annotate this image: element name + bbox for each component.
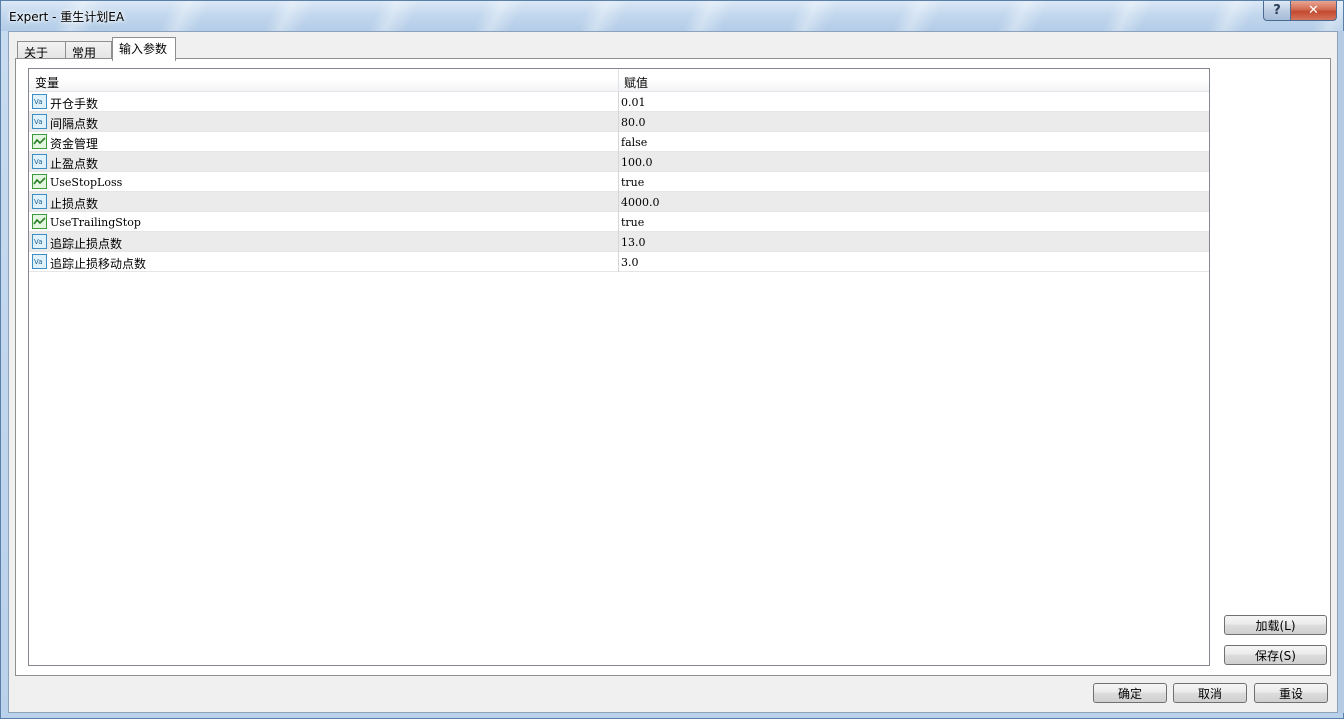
table-row[interactable]: Va 间隔点数 80.0 <box>29 112 1209 132</box>
table-row[interactable]: Va 追踪止损移动点数 3.0 <box>29 252 1209 272</box>
help-icon: ? <box>1273 3 1281 18</box>
svg-text:Va: Va <box>34 98 43 106</box>
svg-text:Va: Va <box>34 258 43 266</box>
cell-divider <box>618 112 619 132</box>
cell-divider <box>618 212 619 232</box>
svg-text:Va: Va <box>34 238 43 246</box>
boolean-variable-icon <box>32 214 47 229</box>
grid-rows: Va 开仓手数 0.01 Va 间隔点数 80.0 资金管理 false Va … <box>29 92 1209 272</box>
variable-value[interactable]: false <box>621 136 647 149</box>
grid-header: 变量 赋值 <box>29 69 1209 92</box>
variable-value[interactable]: 3.0 <box>621 256 639 269</box>
number-variable-icon: Va <box>32 154 47 169</box>
cancel-button[interactable]: 取消 <box>1173 683 1247 703</box>
close-button[interactable]: ✕ <box>1290 1 1337 21</box>
table-row[interactable]: UseTrailingStop true <box>29 212 1209 232</box>
variable-name: 开仓手数 <box>50 97 99 111</box>
dialog-client-area: 关于 常用 输入参数 变量 赋值 Va 开仓手数 0.01 Va 间隔点数 80… <box>8 31 1338 713</box>
reset-button[interactable]: 重设 <box>1254 683 1328 703</box>
number-variable-icon: Va <box>32 94 47 109</box>
number-variable-icon: Va <box>32 234 47 249</box>
column-divider[interactable] <box>618 69 619 92</box>
cell-divider <box>618 172 619 192</box>
ok-button[interactable]: 确定 <box>1093 683 1167 703</box>
variable-name: UseTrailingStop <box>50 216 141 229</box>
parameters-grid[interactable]: 变量 赋值 Va 开仓手数 0.01 Va 间隔点数 80.0 资金管理 fal… <box>28 68 1210 666</box>
number-variable-icon: Va <box>32 254 47 269</box>
svg-text:Va: Va <box>34 198 43 206</box>
cell-divider <box>618 252 619 272</box>
variable-value[interactable]: true <box>621 216 644 229</box>
tab-inputs-label: 输入参数 <box>119 42 168 56</box>
load-button-label: 加载(L) <box>1255 618 1296 633</box>
window-right-edge <box>1338 31 1344 713</box>
cell-divider <box>618 152 619 172</box>
variable-value[interactable]: 80.0 <box>621 116 646 129</box>
cancel-button-label: 取消 <box>1197 686 1222 701</box>
variable-name: 间隔点数 <box>50 117 99 131</box>
variable-value[interactable]: 100.0 <box>621 156 653 169</box>
tab-inputs[interactable]: 输入参数 <box>112 37 176 61</box>
table-row[interactable]: Va 止损点数 4000.0 <box>29 192 1209 212</box>
variable-name: 追踪止损点数 <box>50 237 123 251</box>
cell-divider <box>618 92 619 112</box>
variable-name: 止盈点数 <box>50 157 99 171</box>
ok-button-label: 确定 <box>1117 686 1142 701</box>
variable-name: 止损点数 <box>50 197 99 211</box>
variable-name: 资金管理 <box>50 137 99 151</box>
help-button[interactable]: ? <box>1263 1 1291 21</box>
variable-value[interactable]: 13.0 <box>621 236 646 249</box>
variable-name: UseStopLoss <box>50 176 123 189</box>
variable-value[interactable]: true <box>621 176 644 189</box>
save-button[interactable]: 保存(S) <box>1224 645 1327 665</box>
svg-text:Va: Va <box>34 118 43 126</box>
table-row[interactable]: UseStopLoss true <box>29 172 1209 192</box>
load-button[interactable]: 加载(L) <box>1224 615 1327 635</box>
boolean-variable-icon <box>32 174 47 189</box>
table-row[interactable]: Va 开仓手数 0.01 <box>29 92 1209 112</box>
title-bar-glass <box>1 1 1343 31</box>
variable-value[interactable]: 4000.0 <box>621 196 660 209</box>
svg-text:Va: Va <box>34 158 43 166</box>
cell-divider <box>618 192 619 212</box>
save-button-label: 保存(S) <box>1255 648 1296 663</box>
reset-button-label: 重设 <box>1278 686 1303 701</box>
cell-divider <box>618 232 619 252</box>
window-title: Expert - 重生计划EA <box>9 10 125 24</box>
expert-dialog-window: Expert - 重生计划EA ? ✕ 关于 常用 输入参数 变量 赋值 Va … <box>0 0 1344 719</box>
inputs-tab-panel: 变量 赋值 Va 开仓手数 0.01 Va 间隔点数 80.0 资金管理 fal… <box>15 58 1331 676</box>
column-header-variable[interactable]: 变量 <box>35 74 59 91</box>
table-row[interactable]: Va 止盈点数 100.0 <box>29 152 1209 172</box>
cell-divider <box>618 132 619 152</box>
table-row[interactable]: 资金管理 false <box>29 132 1209 152</box>
close-icon: ✕ <box>1308 3 1319 18</box>
number-variable-icon: Va <box>32 194 47 209</box>
variable-name: 追踪止损移动点数 <box>50 257 147 271</box>
title-bar[interactable]: Expert - 重生计划EA ? ✕ <box>1 1 1343 31</box>
column-header-value[interactable]: 赋值 <box>624 74 648 91</box>
table-row[interactable]: Va 追踪止损点数 13.0 <box>29 232 1209 252</box>
boolean-variable-icon <box>32 134 47 149</box>
number-variable-icon: Va <box>32 114 47 129</box>
variable-value[interactable]: 0.01 <box>621 96 646 109</box>
